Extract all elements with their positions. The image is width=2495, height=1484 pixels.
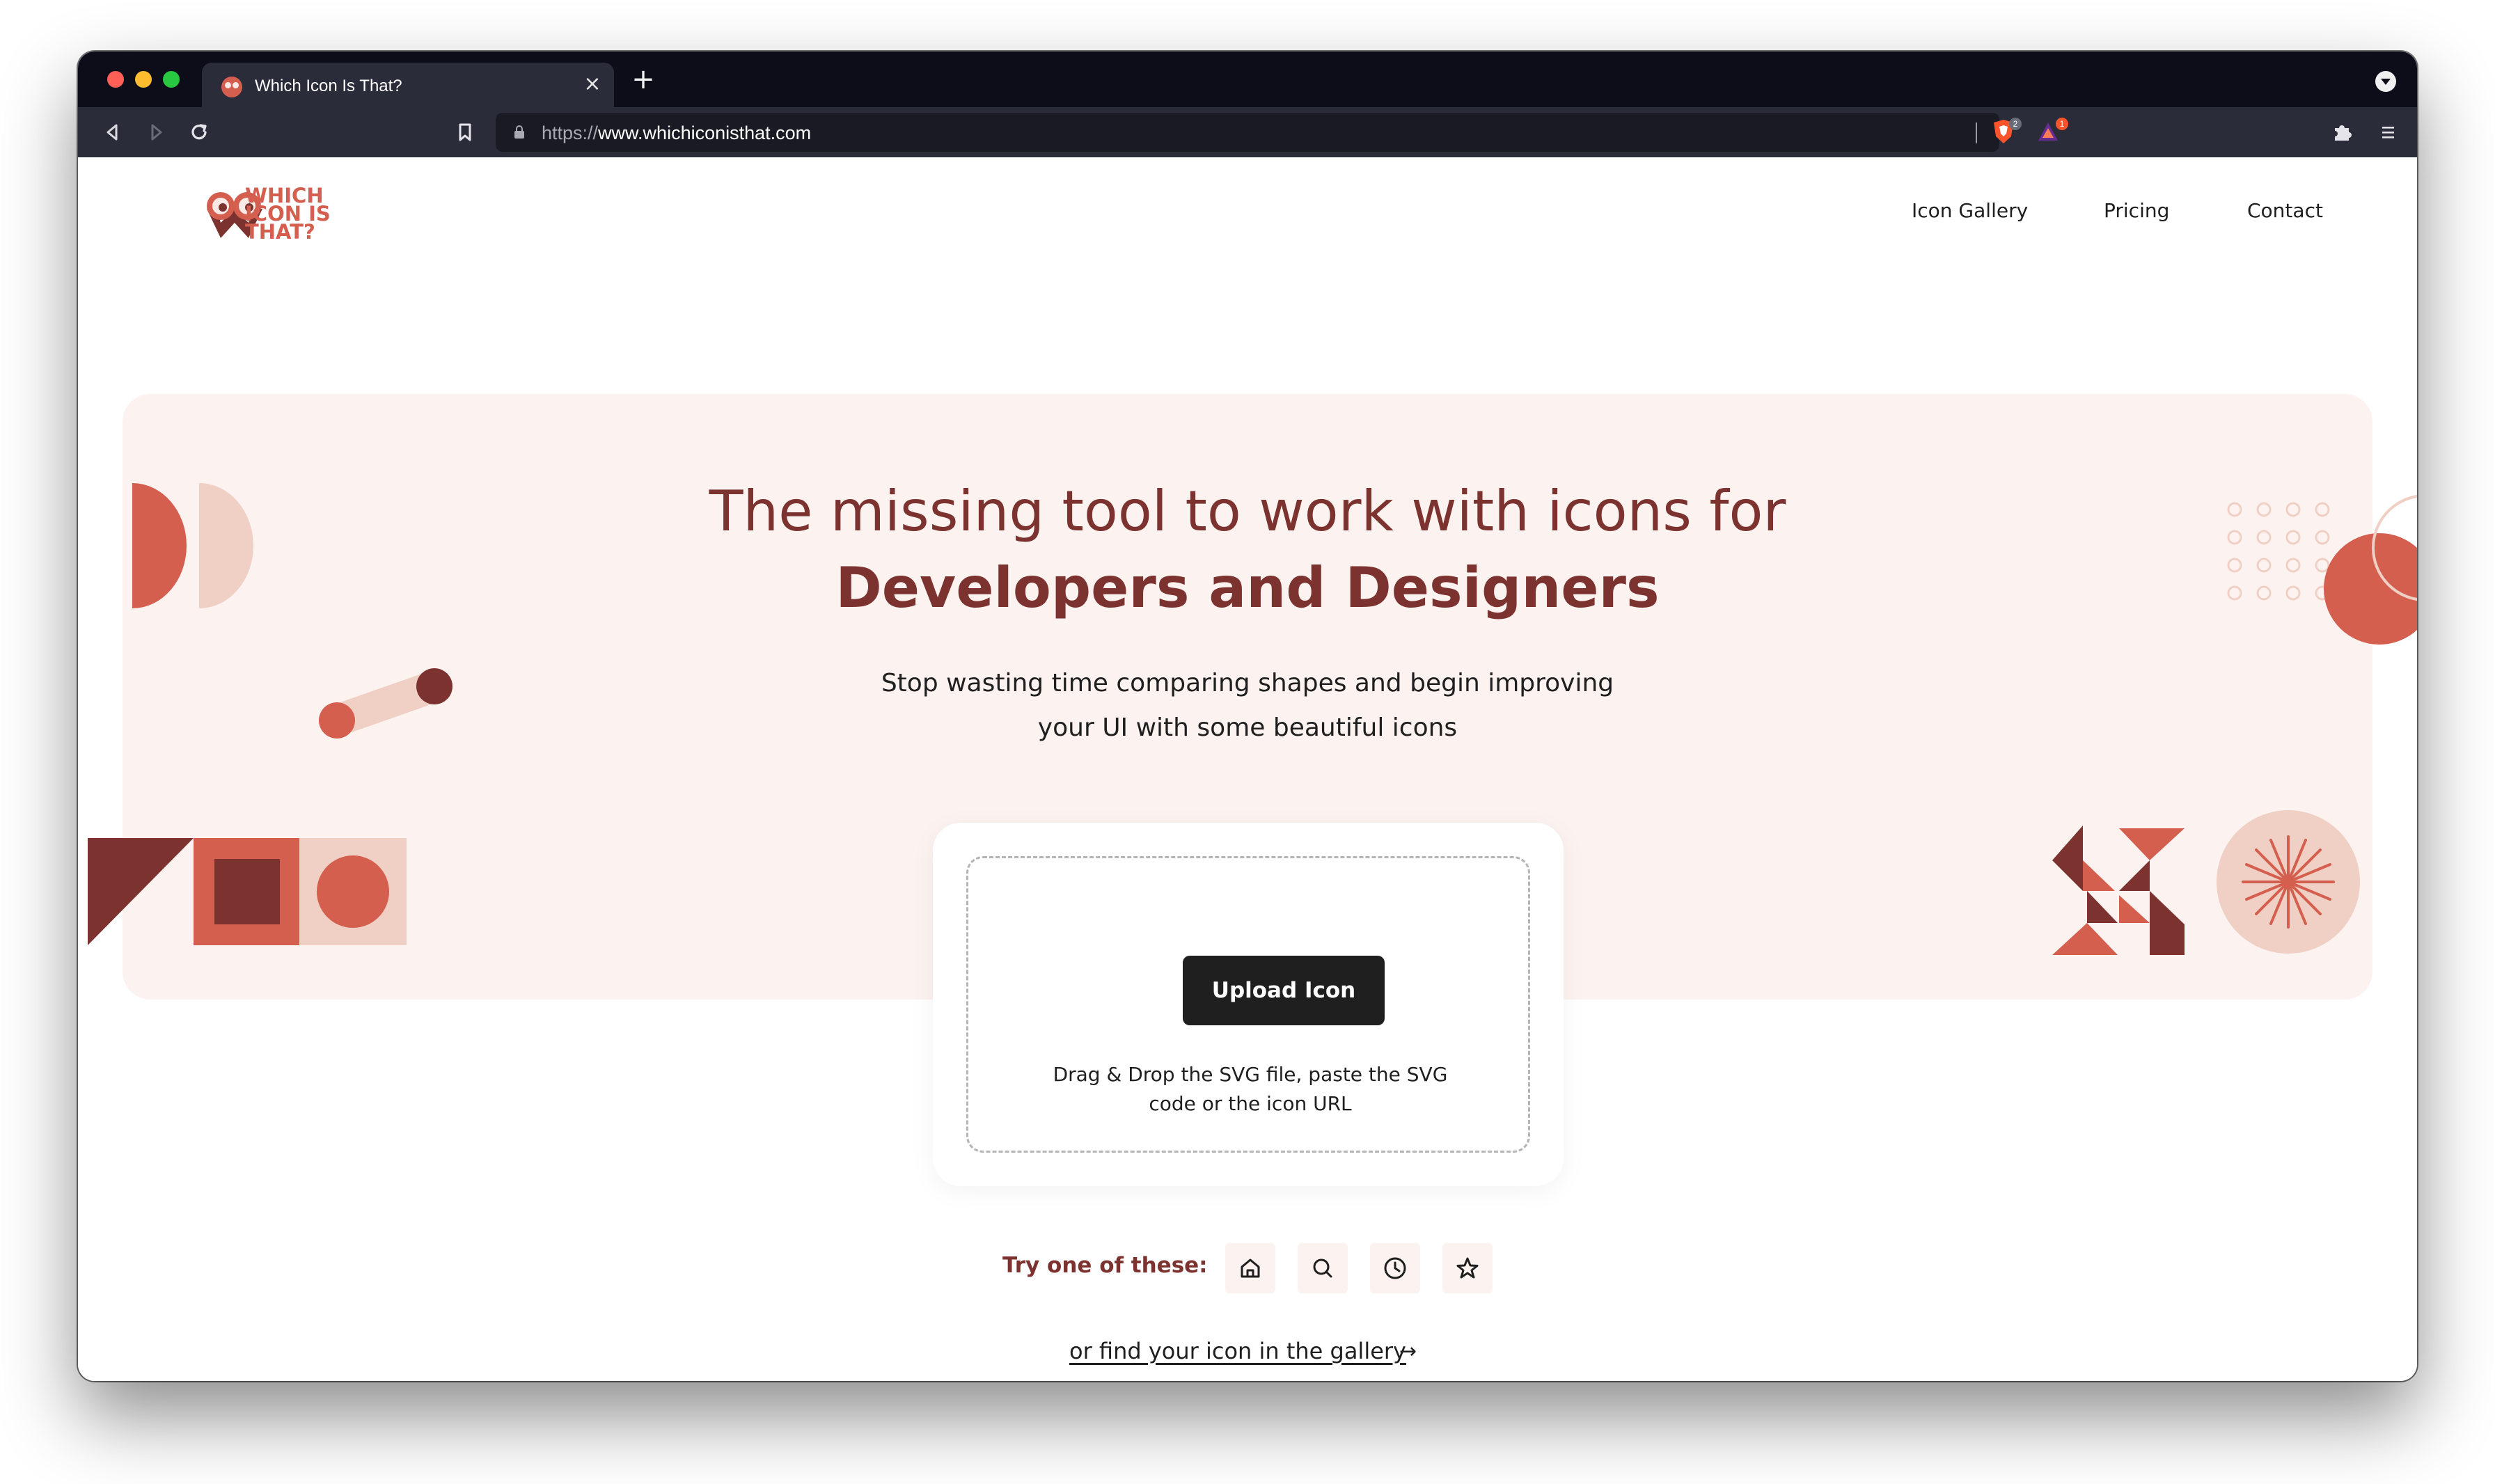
arrow-right-icon[interactable]: → bbox=[1399, 1339, 1417, 1364]
browser-menu-dropdown-icon[interactable] bbox=[2375, 71, 2396, 92]
example-search-button[interactable] bbox=[1298, 1243, 1348, 1293]
search-icon bbox=[1313, 1258, 1332, 1278]
upload-card: Upload Icon Drag & Drop the SVG file, pa… bbox=[933, 823, 1564, 1186]
tab-title: Which Icon Is That? bbox=[255, 77, 402, 95]
example-star-button[interactable] bbox=[1442, 1243, 1493, 1293]
close-tab-icon[interactable]: × bbox=[581, 72, 604, 96]
web-page: WHICH ICON IS THAT? Icon Gallery Pricing… bbox=[78, 157, 2417, 1381]
lock-icon bbox=[514, 125, 524, 139]
svg-text:1: 1 bbox=[2060, 119, 2065, 129]
gallery-link[interactable]: or find your icon in the gallery bbox=[1069, 1338, 1406, 1364]
title-bar: Which Icon Is That? × + bbox=[78, 52, 2417, 107]
bookmark-icon[interactable] bbox=[451, 118, 479, 146]
extensions-icon[interactable] bbox=[2328, 118, 2356, 146]
upload-icon-button[interactable]: Upload Icon bbox=[1183, 956, 1385, 1025]
reload-icon[interactable] bbox=[185, 118, 213, 146]
sunburst-decoration bbox=[2217, 810, 2360, 954]
browser-toolbar: https://www.whichiconisthat.com 2 1 bbox=[78, 107, 2417, 157]
back-icon[interactable] bbox=[99, 118, 127, 146]
address-bar[interactable]: https://www.whichiconisthat.com 2 1 bbox=[496, 113, 2068, 152]
minimize-window-button[interactable] bbox=[135, 71, 152, 88]
browser-window: Which Icon Is That? × + https://www.whic… bbox=[78, 52, 2417, 1381]
tiles-decoration bbox=[88, 838, 407, 945]
nav-pricing[interactable]: Pricing bbox=[2104, 199, 2169, 222]
nav-contact[interactable]: Contact bbox=[2247, 199, 2323, 222]
svg-text:2: 2 bbox=[2013, 119, 2018, 129]
site-logo-wordmark[interactable]: WHICH ICON IS THAT? bbox=[245, 186, 370, 242]
hamburger-menu-icon[interactable] bbox=[2374, 118, 2402, 146]
hero-title-emphasis: Developers and Designers bbox=[835, 555, 1660, 620]
browser-tab[interactable]: Which Icon Is That? × bbox=[202, 63, 614, 107]
brave-rewards-icon[interactable]: 1 bbox=[2036, 117, 2070, 148]
brave-shields-icon[interactable]: 2 bbox=[1990, 117, 2023, 148]
pinwheel-decoration bbox=[2052, 826, 2185, 955]
zoom-window-button[interactable] bbox=[163, 71, 180, 88]
star-icon bbox=[1456, 1257, 1479, 1279]
icon-dropzone[interactable]: Upload Icon Drag & Drop the SVG file, pa… bbox=[966, 856, 1530, 1153]
clock-icon bbox=[1384, 1257, 1406, 1279]
close-window-button[interactable] bbox=[107, 71, 124, 88]
home-icon bbox=[1241, 1258, 1260, 1278]
forward-icon[interactable] bbox=[142, 118, 170, 146]
hero-subtitle: Stop wasting time comparing shapes and b… bbox=[881, 669, 1614, 742]
nav-icon-gallery[interactable]: Icon Gallery bbox=[1912, 199, 2028, 222]
dropzone-hint: Drag & Drop the SVG file, paste the SVG … bbox=[1053, 1063, 1448, 1115]
hero-title: The missing tool to work with icons for bbox=[709, 479, 1786, 544]
url-text: https://www.whichiconisthat.com bbox=[542, 123, 812, 143]
example-clock-button[interactable] bbox=[1370, 1243, 1420, 1293]
example-home-button[interactable] bbox=[1225, 1243, 1275, 1293]
new-tab-button[interactable]: + bbox=[628, 64, 659, 95]
favicon-icon bbox=[221, 77, 242, 97]
address-separator bbox=[1976, 123, 1977, 143]
try-examples-label: Try one of these: bbox=[1002, 1253, 1208, 1278]
